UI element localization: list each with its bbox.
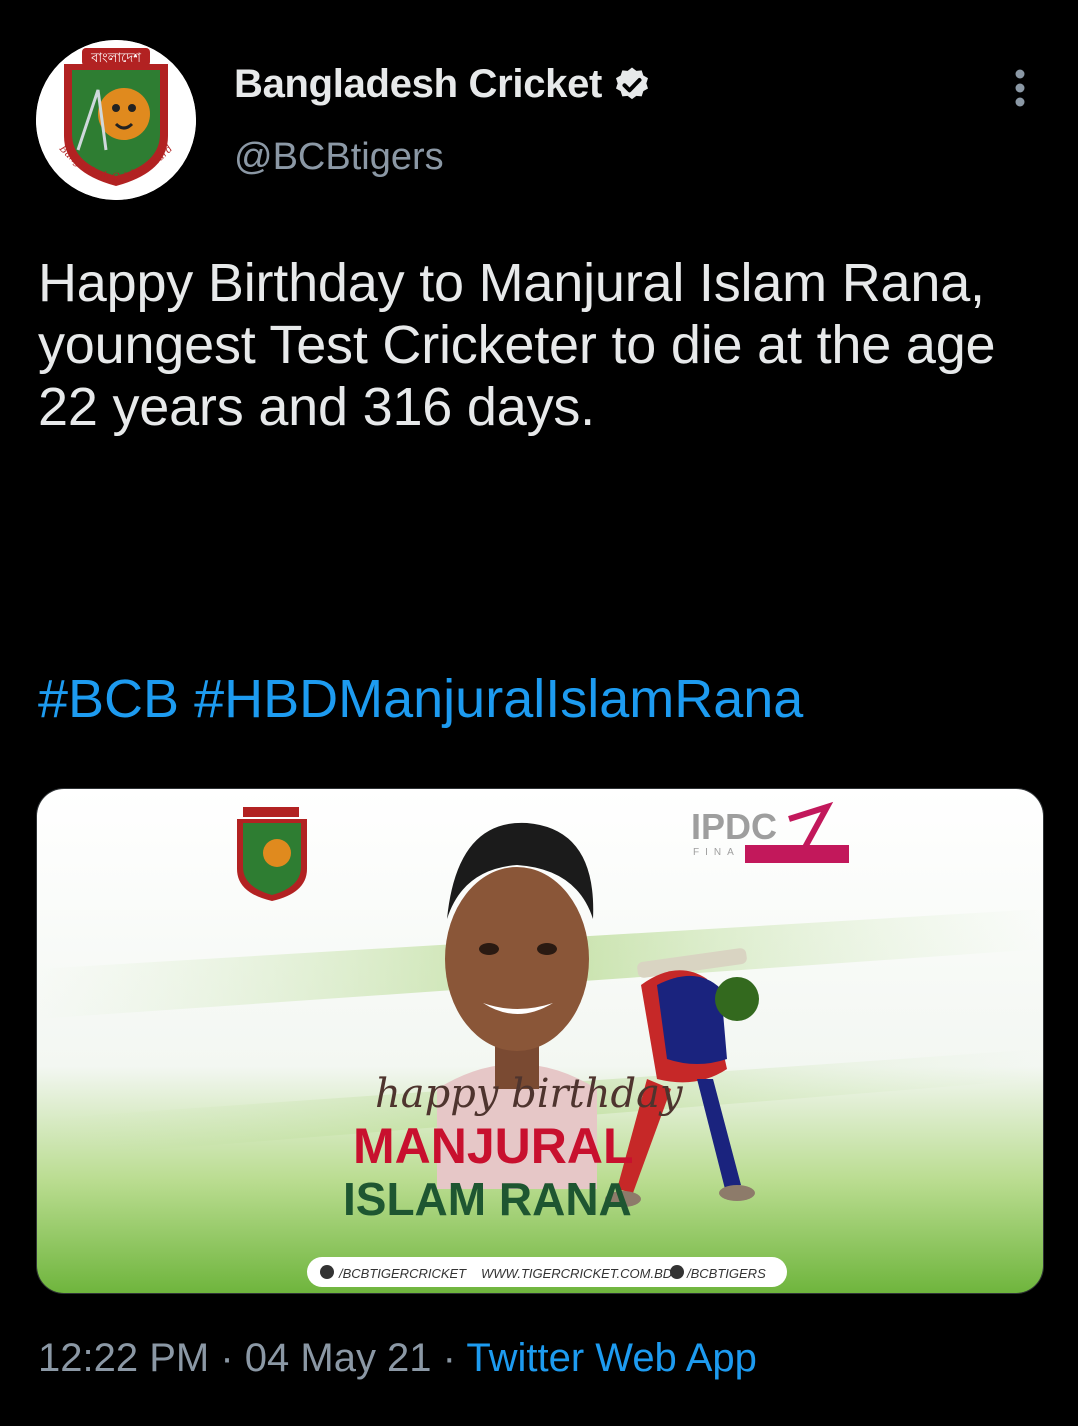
meta-separator: · (209, 1336, 245, 1380)
hashtag-link[interactable]: #BCB (38, 669, 179, 729)
tweet-text: Happy Birthday to Manjural Islam Rana, y… (38, 253, 996, 437)
sponsor-subtext: FINA (693, 847, 740, 858)
author-display-name[interactable]: Bangladesh Cricket (234, 62, 602, 107)
banner-name-line2: ISLAM RANA (343, 1173, 632, 1225)
bcb-logo-icon: বাংলাদেশ Bangladesh Cricket Board (36, 40, 196, 200)
verified-badge-icon (616, 67, 649, 99)
logo-top-text: বাংলাদেশ (90, 51, 141, 66)
more-options-icon[interactable] (1006, 66, 1034, 110)
tweet-media-image[interactable]: IPDC FINA happy birthday MANJURAL ISLAM … (36, 788, 1044, 1294)
banner-footer-website: WWW.TIGERCRICKET.COM.BD (481, 1266, 672, 1281)
tweet-date[interactable]: 04 May 21 (245, 1336, 432, 1380)
author-avatar[interactable]: বাংলাদেশ Bangladesh Cricket Board (36, 40, 196, 200)
meta-separator: · (431, 1336, 467, 1380)
facebook-icon (320, 1265, 334, 1279)
tweet-hashtags: #BCB #HBDManjuralIslamRana (38, 668, 803, 730)
banner-name-line1: MANJURAL (353, 1118, 634, 1174)
tweet-time[interactable]: 12:22 PM (38, 1336, 209, 1380)
tweet-meta: 12:22 PM · 04 May 21 · Twitter Web App (38, 1336, 757, 1381)
banner-footer-twitter: /BCBTIGERS (686, 1266, 766, 1281)
banner-greeting: happy birthday (375, 1071, 684, 1117)
twitter-icon (670, 1265, 684, 1279)
banner-bcb-logo (237, 807, 307, 901)
tweet-source-link[interactable]: Twitter Web App (466, 1336, 757, 1380)
hashtag-link[interactable]: #HBDManjuralIslamRana (194, 669, 803, 729)
banner-footer-facebook: /BCBTIGERCRICKET (338, 1266, 467, 1281)
author-handle[interactable]: @BCBtigers (234, 136, 444, 179)
sponsor-name: IPDC (691, 806, 777, 847)
birthday-banner-graphic: IPDC FINA happy birthday MANJURAL ISLAM … (37, 789, 1043, 1293)
author-name-row[interactable]: Bangladesh Cricket (234, 62, 652, 107)
